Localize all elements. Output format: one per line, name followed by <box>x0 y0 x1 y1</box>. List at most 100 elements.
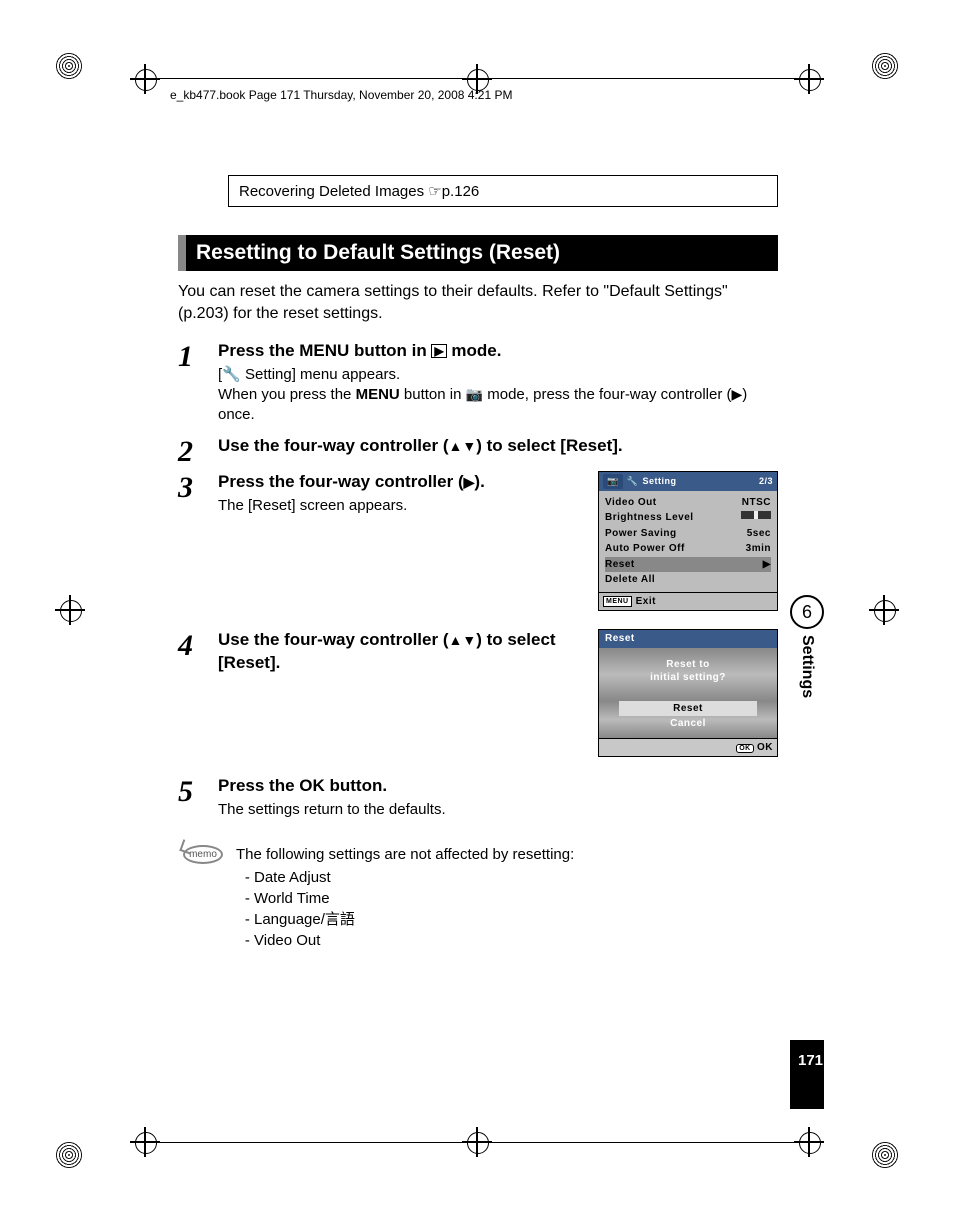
lcd-footer-label: OK <box>757 742 773 753</box>
chapter-label: Settings <box>798 635 816 698</box>
step-description: The [Reset] screen appears. <box>218 496 586 516</box>
registration-mark-icon <box>55 52 83 80</box>
step-4: 4 Use the four-way controller (▲▼) to se… <box>178 629 778 757</box>
crop-line <box>155 1142 799 1143</box>
step-number: 2 <box>178 435 218 467</box>
text: button in <box>400 386 466 403</box>
lcd-title: Reset <box>599 630 777 648</box>
memo-icon-label: memo <box>183 845 223 864</box>
menu-badge-icon: MENU <box>603 596 632 607</box>
cross-reference-box: Recovering Deleted Images ☞p.126 <box>228 175 778 207</box>
lcd-label: Power Saving <box>605 527 677 541</box>
lcd-row: Video Out NTSC <box>605 495 771 511</box>
text: mode. <box>447 341 502 360</box>
step-number: 5 <box>178 775 218 807</box>
crop-mark-icon <box>794 64 824 94</box>
lcd-value: 5sec <box>747 527 771 541</box>
step-title: Press the MENU button in ▶ mode. <box>218 340 778 363</box>
step-title: Use the four-way controller (▲▼) to sele… <box>218 629 586 675</box>
lcd-row: Power Saving 5sec <box>605 526 771 542</box>
lcd-label: Brightness Level <box>605 511 694 525</box>
camera-mode-icon: 📷 <box>466 386 483 402</box>
crop-line <box>155 78 799 79</box>
text: button in <box>349 341 431 360</box>
step-5: 5 Press the OK button. The settings retu… <box>178 775 778 826</box>
playback-mode-icon: ▶ <box>431 344 446 358</box>
lcd-option-selected: Reset <box>619 701 757 717</box>
lcd-option: Cancel <box>599 716 777 732</box>
step-number: 4 <box>178 629 218 661</box>
text: Use the four-way controller ( <box>218 436 448 455</box>
ok-button-label: OK <box>299 776 325 795</box>
step-number: 1 <box>178 340 218 372</box>
text: Press the <box>218 341 299 360</box>
lcd-message: Reset to initial setting? <box>599 648 777 701</box>
list-item: Date Adjust <box>254 867 574 888</box>
lcd-row-selected: Reset ▶ <box>605 557 771 573</box>
step-title: Press the OK button. <box>218 775 778 798</box>
up-down-arrow-icon: ▲▼ <box>448 438 476 454</box>
menu-button-label: MENU <box>356 386 400 403</box>
list-item: Video Out <box>254 930 574 951</box>
up-down-arrow-icon: ▲▼ <box>448 632 476 648</box>
step-2: 2 Use the four-way controller (▲▼) to se… <box>178 435 778 467</box>
lcd-settings-screen: 📷 🔧 Setting 2/3 Video Out NTSC Brightness… <box>598 471 778 611</box>
text: ). <box>474 472 484 491</box>
page-number: 171 <box>790 1040 824 1109</box>
lcd-row: Brightness Level <box>605 510 771 526</box>
text: Reset to <box>603 658 773 672</box>
memo-note: memo The following settings are not affe… <box>182 844 778 951</box>
lcd-label: Delete All <box>605 573 655 587</box>
section-title: Resetting to Default Settings (Reset) <box>178 235 778 271</box>
step-title: Use the four-way controller (▲▼) to sele… <box>218 435 778 458</box>
text: Press the <box>218 776 299 795</box>
chevron-right-icon: ▶ <box>763 558 771 572</box>
lcd-row: Delete All <box>605 572 771 588</box>
lcd-row: Auto Power Off 3min <box>605 541 771 557</box>
step-number: 3 <box>178 471 218 503</box>
text: Press the four-way controller ( <box>218 472 464 491</box>
ok-badge-icon: OK <box>736 744 754 753</box>
registration-mark-icon <box>55 1141 83 1169</box>
step-1: 1 Press the MENU button in ▶ mode. [🔧 Se… <box>178 340 778 432</box>
text: Use the four-way controller ( <box>218 630 448 649</box>
step-description: [🔧 Setting] menu appears. When you press… <box>218 365 778 426</box>
section-intro: You can reset the camera settings to the… <box>178 281 778 326</box>
text: button. <box>325 776 387 795</box>
right-arrow-icon: ▶ <box>732 386 743 402</box>
wrench-icon: 🔧 <box>627 475 639 487</box>
lcd-value: 3min <box>746 542 771 556</box>
lcd-reset-screen: Reset Reset to initial setting? Reset Ca… <box>598 629 778 757</box>
camera-tab-icon: 📷 <box>603 474 623 488</box>
crop-mark-icon <box>55 595 85 625</box>
memo-intro: The following settings are not affected … <box>236 844 574 865</box>
step-3: 3 Press the four-way controller (▶). The… <box>178 471 778 611</box>
page-header-meta: e_kb477.book Page 171 Thursday, November… <box>170 88 512 102</box>
text: mode, press the four-way controller ( <box>483 386 731 403</box>
step-description: The settings return to the defaults. <box>218 800 778 820</box>
lcd-tab-label: Setting <box>642 475 676 487</box>
brightness-slider-icon <box>741 511 771 519</box>
list-item: Language/言語 <box>254 909 574 930</box>
crop-mark-icon <box>869 595 899 625</box>
crop-mark-icon <box>130 64 160 94</box>
lcd-value: NTSC <box>742 496 771 510</box>
text: Setting] menu appears. <box>241 366 400 383</box>
list-item: World Time <box>254 888 574 909</box>
text: When you press the <box>218 386 356 403</box>
lcd-page-indicator: 2/3 <box>759 475 773 487</box>
right-arrow-icon: ▶ <box>464 474 475 490</box>
step-title: Press the four-way controller (▶). <box>218 471 586 494</box>
menu-button-label: MENU <box>299 341 349 360</box>
chapter-number: 6 <box>790 595 824 629</box>
lcd-label: Video Out <box>605 496 657 510</box>
text: ) to select [Reset]. <box>476 436 622 455</box>
memo-icon: memo <box>182 844 224 864</box>
lcd-footer-label: Exit <box>636 595 656 609</box>
text: initial setting? <box>603 671 773 685</box>
registration-mark-icon <box>871 52 899 80</box>
lcd-label: Auto Power Off <box>605 542 685 556</box>
wrench-icon: 🔧 <box>222 366 241 383</box>
registration-mark-icon <box>871 1141 899 1169</box>
lcd-label: Reset <box>605 558 635 572</box>
